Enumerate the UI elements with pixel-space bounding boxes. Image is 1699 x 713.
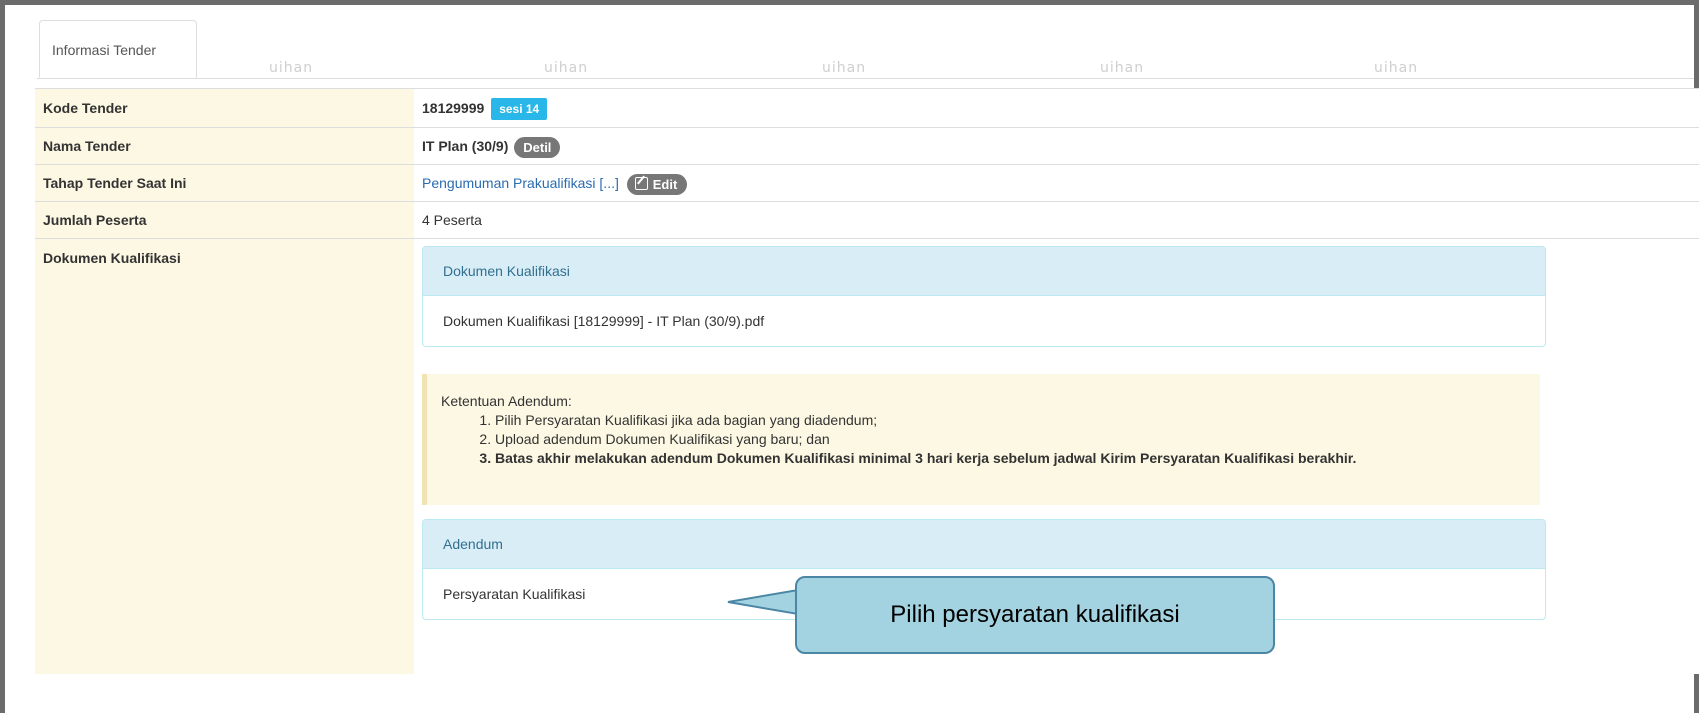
row-value: Pengumuman Prakualifikasi [...] Edit <box>414 164 1699 202</box>
watermark: uihan <box>822 60 867 76</box>
dokumen-file-link[interactable]: Dokumen Kualifikasi [18129999] - IT Plan… <box>423 296 1545 346</box>
list-item: Pilih Persyaratan Kualifikasi jika ada b… <box>495 411 1524 430</box>
row-label: Nama Tender <box>35 127 414 165</box>
watermark: uihan <box>544 60 589 76</box>
row-value: IT Plan (30/9) Detil <box>414 127 1699 165</box>
watermark: uihan <box>1374 60 1419 76</box>
sesi-badge: sesi 14 <box>491 98 548 121</box>
dokumen-kualifikasi-panel: Dokumen Kualifikasi Dokumen Kualifikasi … <box>422 246 1546 347</box>
watermark: uihan <box>1100 60 1145 76</box>
detil-button[interactable]: Detil <box>514 136 561 158</box>
table-row: Jumlah Peserta 4 Peserta <box>35 201 1699 239</box>
edit-icon <box>634 176 648 190</box>
edit-button[interactable]: Edit <box>626 173 688 195</box>
table-row: Tahap Tender Saat Ini Pengumuman Prakual… <box>35 164 1699 202</box>
edit-label: Edit <box>652 176 678 192</box>
alert-title: Ketentuan Adendum: <box>441 393 572 409</box>
row-label: Jumlah Peserta <box>35 201 414 239</box>
panel-heading: Adendum <box>423 520 1545 569</box>
kode-tender-value: 18129999 <box>422 100 485 116</box>
callout-pointer <box>727 588 802 616</box>
watermark: uihan <box>269 60 314 76</box>
ketentuan-list: Pilih Persyaratan Kualifikasi jika ada b… <box>441 411 1524 468</box>
nama-tender-value: IT Plan (30/9) <box>422 138 509 154</box>
tab-strip: Informasi Tender uihan uihan uihan uihan… <box>37 14 1694 79</box>
list-item: Batas akhir melakukan adendum Dokumen Ku… <box>495 449 1524 468</box>
list-item: Upload adendum Dokumen Kualifikasi yang … <box>495 430 1524 449</box>
row-label: Tahap Tender Saat Ini <box>35 164 414 202</box>
tab-informasi-tender[interactable]: Informasi Tender <box>39 20 197 78</box>
instruction-callout: Pilih persyaratan kualifikasi <box>795 576 1275 654</box>
row-label: Kode Tender <box>35 88 414 128</box>
jumlah-peserta-value: 4 Peserta <box>414 201 1699 239</box>
table-row: Kode Tender 18129999 sesi 14 <box>35 88 1699 128</box>
panel-heading: Dokumen Kualifikasi <box>423 247 1545 296</box>
ketentuan-adendum-alert: Ketentuan Adendum: Pilih Persyaratan Kua… <box>422 374 1540 505</box>
row-value: 18129999 sesi 14 <box>414 88 1699 128</box>
table-row: Nama Tender IT Plan (30/9) Detil <box>35 127 1699 165</box>
row-label: Dokumen Kualifikasi <box>35 238 414 674</box>
tahap-tender-link[interactable]: Pengumuman Prakualifikasi [...] <box>422 175 619 191</box>
